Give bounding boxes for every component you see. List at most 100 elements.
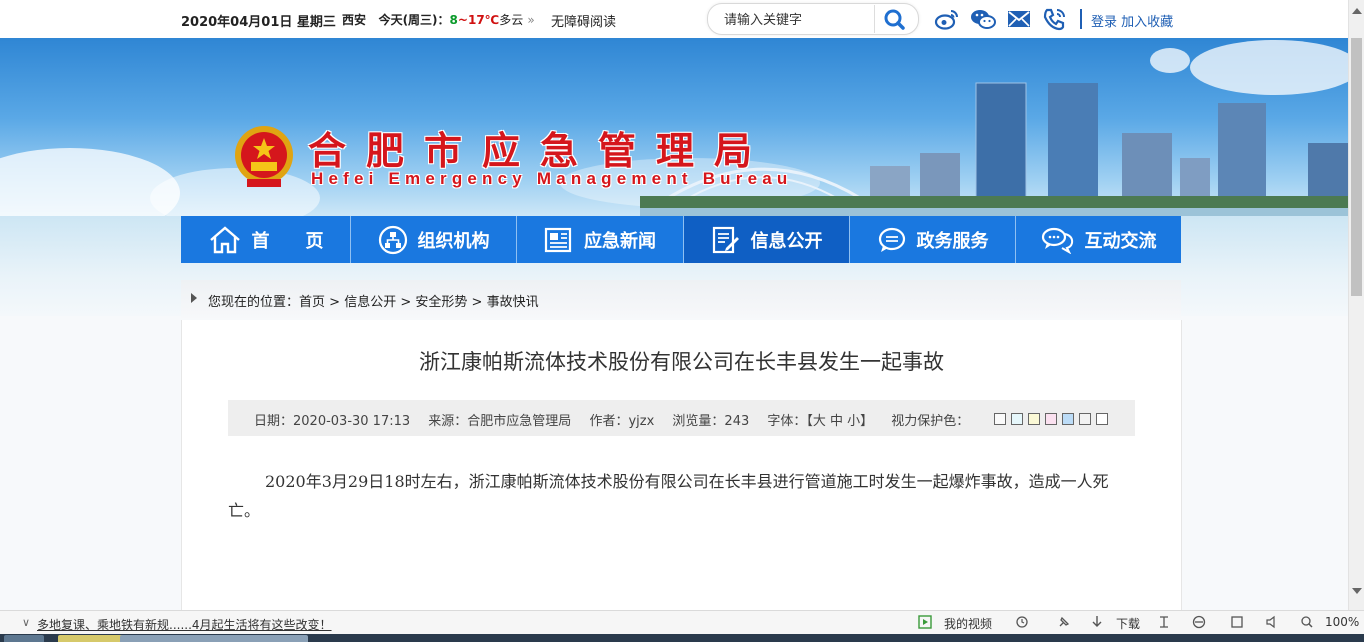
top-bar: 2020年04月01日 星期三 西安 今天(周三)：8~17℃多云 » 无障碍阅…	[0, 0, 1348, 38]
header-banner: 合肥市应急管理局 Hefei Emergency Management Bure…	[0, 38, 1348, 216]
article-body: 2020年3月29日18时左右，浙江康帕斯流体技术股份有限公司在长丰县进行管道施…	[228, 472, 1109, 520]
city-label: 西安	[342, 13, 367, 27]
national-emblem-logo	[235, 126, 293, 187]
home-icon	[209, 225, 240, 253]
login-link[interactable]: 登录	[1091, 15, 1117, 30]
org-chart-icon	[378, 225, 407, 254]
nav-home[interactable]: 首 页	[181, 216, 351, 263]
top-divider	[1080, 9, 1082, 29]
article-date: 日期：2020-03-30 17:13	[254, 414, 411, 429]
vertical-scrollbar[interactable]	[1348, 0, 1364, 610]
nav-emergency-news[interactable]: 应急新闻	[517, 216, 684, 263]
font-size-selector[interactable]: 字体：【大 中 小】	[767, 414, 873, 429]
search-icon	[884, 9, 905, 30]
breadcrumb: 您现在的位置：首页 > 信息公开 > 安全形势 > 事故快讯	[181, 280, 1181, 318]
nav-organization[interactable]: 组织机构	[351, 216, 517, 263]
scroll-thumb[interactable]	[1351, 38, 1362, 296]
taskbar-item[interactable]	[120, 635, 188, 642]
article-author: 作者：yjzx	[589, 414, 655, 429]
eye-color-swatch[interactable]	[1011, 413, 1023, 425]
video-icon[interactable]	[918, 615, 932, 629]
download-label[interactable]: 下载	[1116, 615, 1140, 632]
site-subtitle: Hefei Emergency Management Bureau	[311, 169, 793, 188]
document-edit-icon	[712, 226, 739, 253]
scroll-up-icon[interactable]	[1352, 8, 1362, 14]
main-navigation: 首 页 组织机构 应急新闻 信息公开 政务服务 互动交流	[181, 216, 1181, 263]
eye-color-swatch[interactable]	[1062, 413, 1074, 425]
temp-low: 8	[449, 13, 458, 27]
breadcrumb-item[interactable]: 信息公开	[344, 295, 396, 310]
article-title: 浙江康帕斯流体技术股份有限公司在长丰县发生一起事故	[419, 350, 944, 374]
chat-bubble-icon	[878, 227, 905, 252]
search-input[interactable]	[722, 9, 876, 31]
chat-bubbles-icon	[1041, 227, 1073, 254]
breadcrumb-arrow-icon	[191, 293, 197, 303]
breadcrumb-item[interactable]: 事故快讯	[487, 295, 539, 310]
zoom-icon[interactable]	[1300, 615, 1314, 629]
taskbar-item[interactable]	[58, 635, 126, 642]
site-title: 合肥市应急管理局	[308, 128, 773, 173]
article-container: 浙江康帕斯流体技术股份有限公司在长丰县发生一起事故 日期：2020-03-30 …	[181, 320, 1182, 620]
nav-emergency-news-label: 应急新闻	[584, 230, 656, 252]
eye-color-swatch[interactable]	[1028, 413, 1040, 425]
speaker-icon[interactable]	[1265, 615, 1279, 629]
article-views: 浏览量：243	[672, 414, 750, 429]
nav-government-services-label: 政务服务	[916, 230, 989, 252]
nav-interaction-label: 互动交流	[1084, 230, 1157, 252]
eye-color-swatch[interactable]	[1096, 413, 1108, 425]
download-icon[interactable]	[1090, 615, 1104, 629]
breadcrumb-item[interactable]: 安全形势	[415, 295, 467, 310]
nav-home-label: 首 页	[251, 230, 324, 252]
taskbar-item[interactable]	[180, 635, 248, 642]
start-button[interactable]	[4, 635, 44, 642]
search-button[interactable]	[874, 5, 915, 33]
eye-color-swatch[interactable]	[994, 413, 1006, 425]
today-label: 今天(周三)：	[378, 13, 450, 27]
nav-interaction[interactable]: 互动交流	[1016, 216, 1181, 263]
news-ticker-link[interactable]: 多地复课、乘地铁有新规......4月起生活将有这些改变！	[37, 616, 332, 633]
breadcrumb-prefix: 您现在的位置：	[208, 295, 300, 310]
zoom-level[interactable]: 100%	[1325, 615, 1359, 629]
breadcrumb-text: 您现在的位置：首页 > 信息公开 > 安全形势 > 事故快讯	[208, 291, 539, 310]
article-meta: 日期：2020-03-30 17:13 来源：合肥市应急管理局 作者：yjzx …	[228, 400, 1135, 436]
reading-mode-icon[interactable]	[1157, 615, 1171, 629]
user-links: 登录 加入收藏	[1091, 11, 1173, 30]
eye-color-swatch[interactable]	[1079, 413, 1091, 425]
nav-info-disclosure-label: 信息公开	[750, 230, 823, 252]
search-box	[707, 3, 919, 35]
weibo-icon[interactable]	[934, 7, 960, 31]
eye-color-swatch[interactable]	[1045, 413, 1057, 425]
breadcrumb-separator: >	[467, 295, 487, 310]
breadcrumb-separator: >	[325, 295, 345, 310]
chevron-down-icon[interactable]: ∨	[22, 616, 30, 629]
accessibility-link[interactable]: 无障碍阅读	[551, 11, 616, 30]
article-source: 来源：合肥市应急管理局	[428, 414, 572, 429]
breadcrumb-item[interactable]: 首页	[299, 295, 325, 310]
nav-info-disclosure[interactable]: 信息公开	[684, 216, 850, 263]
current-date: 2020年04月01日 星期三	[181, 15, 336, 30]
temp-high: 17℃	[467, 13, 500, 27]
scroll-down-icon[interactable]	[1352, 588, 1362, 594]
my-video-link[interactable]: 我的视频	[944, 615, 992, 632]
taskbar-item[interactable]	[240, 635, 308, 642]
mail-icon[interactable]	[1006, 7, 1032, 31]
weather-more-icon[interactable]: »	[527, 13, 534, 27]
eye-protection-label: 视力保护色：	[891, 414, 970, 429]
weather-info: 西安 今天(周三)：8~17℃多云 »	[342, 11, 535, 28]
browser-logo-icon[interactable]	[1192, 615, 1206, 629]
refresh-icon[interactable]	[1015, 615, 1029, 629]
add-favorite-link[interactable]: 加入收藏	[1121, 15, 1173, 30]
eye-color-swatches	[994, 413, 1108, 425]
nav-government-services[interactable]: 政务服务	[850, 216, 1016, 263]
breadcrumb-separator: >	[396, 295, 416, 310]
newspaper-icon	[544, 227, 572, 252]
nav-organization-label: 组织机构	[417, 230, 490, 252]
window-icon[interactable]	[1230, 615, 1244, 629]
pin-icon[interactable]	[1057, 615, 1071, 629]
os-taskbar	[0, 634, 1364, 642]
phone-icon[interactable]	[1041, 7, 1067, 31]
temp-sep: ~	[457, 13, 468, 27]
wechat-icon[interactable]	[970, 7, 996, 31]
weather-desc: 多云	[499, 13, 524, 27]
browser-status-bar: ∨ 多地复课、乘地铁有新规......4月起生活将有这些改变！ 我的视频 下载 …	[0, 610, 1364, 635]
